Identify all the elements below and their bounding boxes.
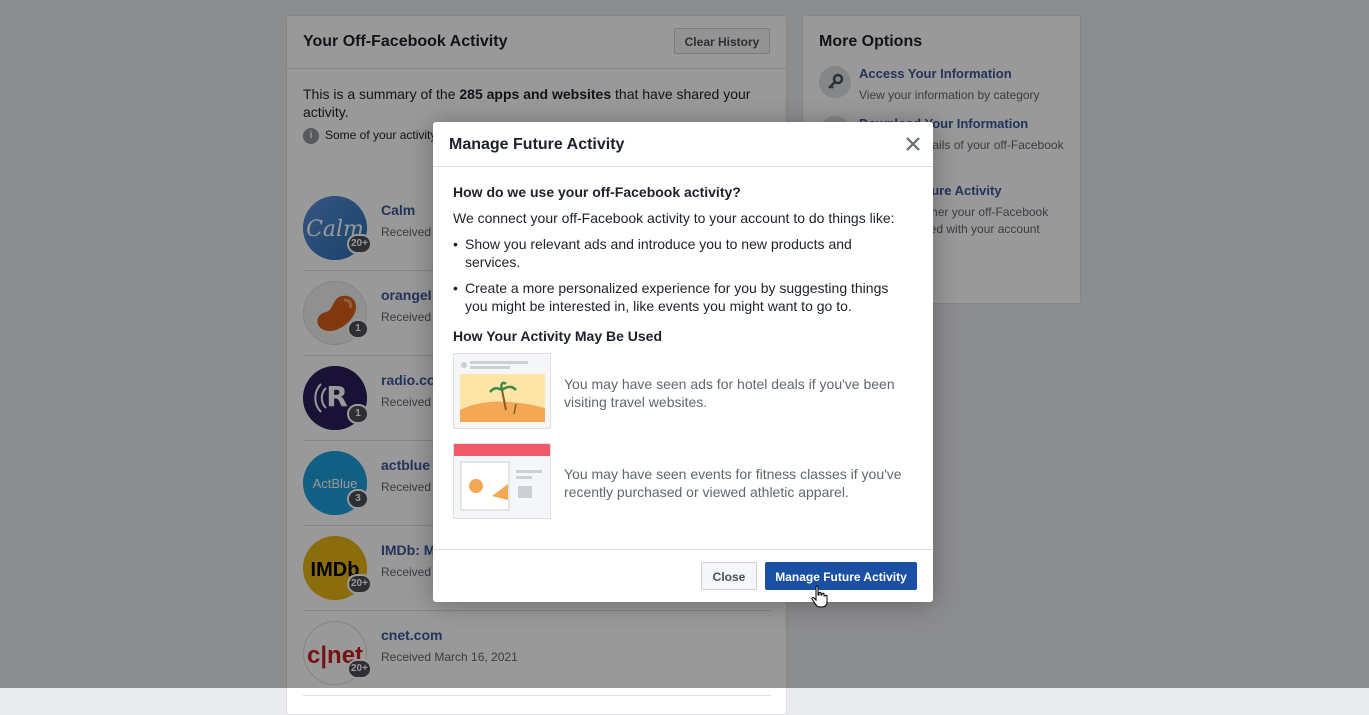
fitness-event-illustration-icon <box>453 443 551 519</box>
question-heading: How do we use your off-Facebook activity… <box>453 184 741 200</box>
close-icon[interactable] <box>903 134 923 154</box>
beach-ad-illustration-icon <box>453 353 551 429</box>
fitness-event-text: You may have seen events for fitness cla… <box>564 466 902 500</box>
bullet-item: Create a more personalized experience fo… <box>453 279 905 315</box>
close-button[interactable]: Close <box>701 562 757 590</box>
usage-subheading: How Your Activity May Be Used <box>453 328 663 344</box>
dialog-title: Manage Future Activity <box>449 136 625 153</box>
dialog-header: Manage Future Activity <box>433 122 933 167</box>
intro-text: We connect your off-Facebook activity to… <box>453 210 895 226</box>
beach-ad-text: You may have seen ads for hotel deals if… <box>564 376 895 410</box>
dialog-footer: Close Manage Future Activity <box>433 549 933 603</box>
manage-future-activity-dialog: Manage Future Activity How do we use you… <box>433 122 933 602</box>
hand-cursor-icon <box>810 585 830 609</box>
manage-future-activity-button[interactable]: Manage Future Activity <box>765 562 917 590</box>
bullet-item: Show you relevant ads and introduce you … <box>453 235 905 271</box>
